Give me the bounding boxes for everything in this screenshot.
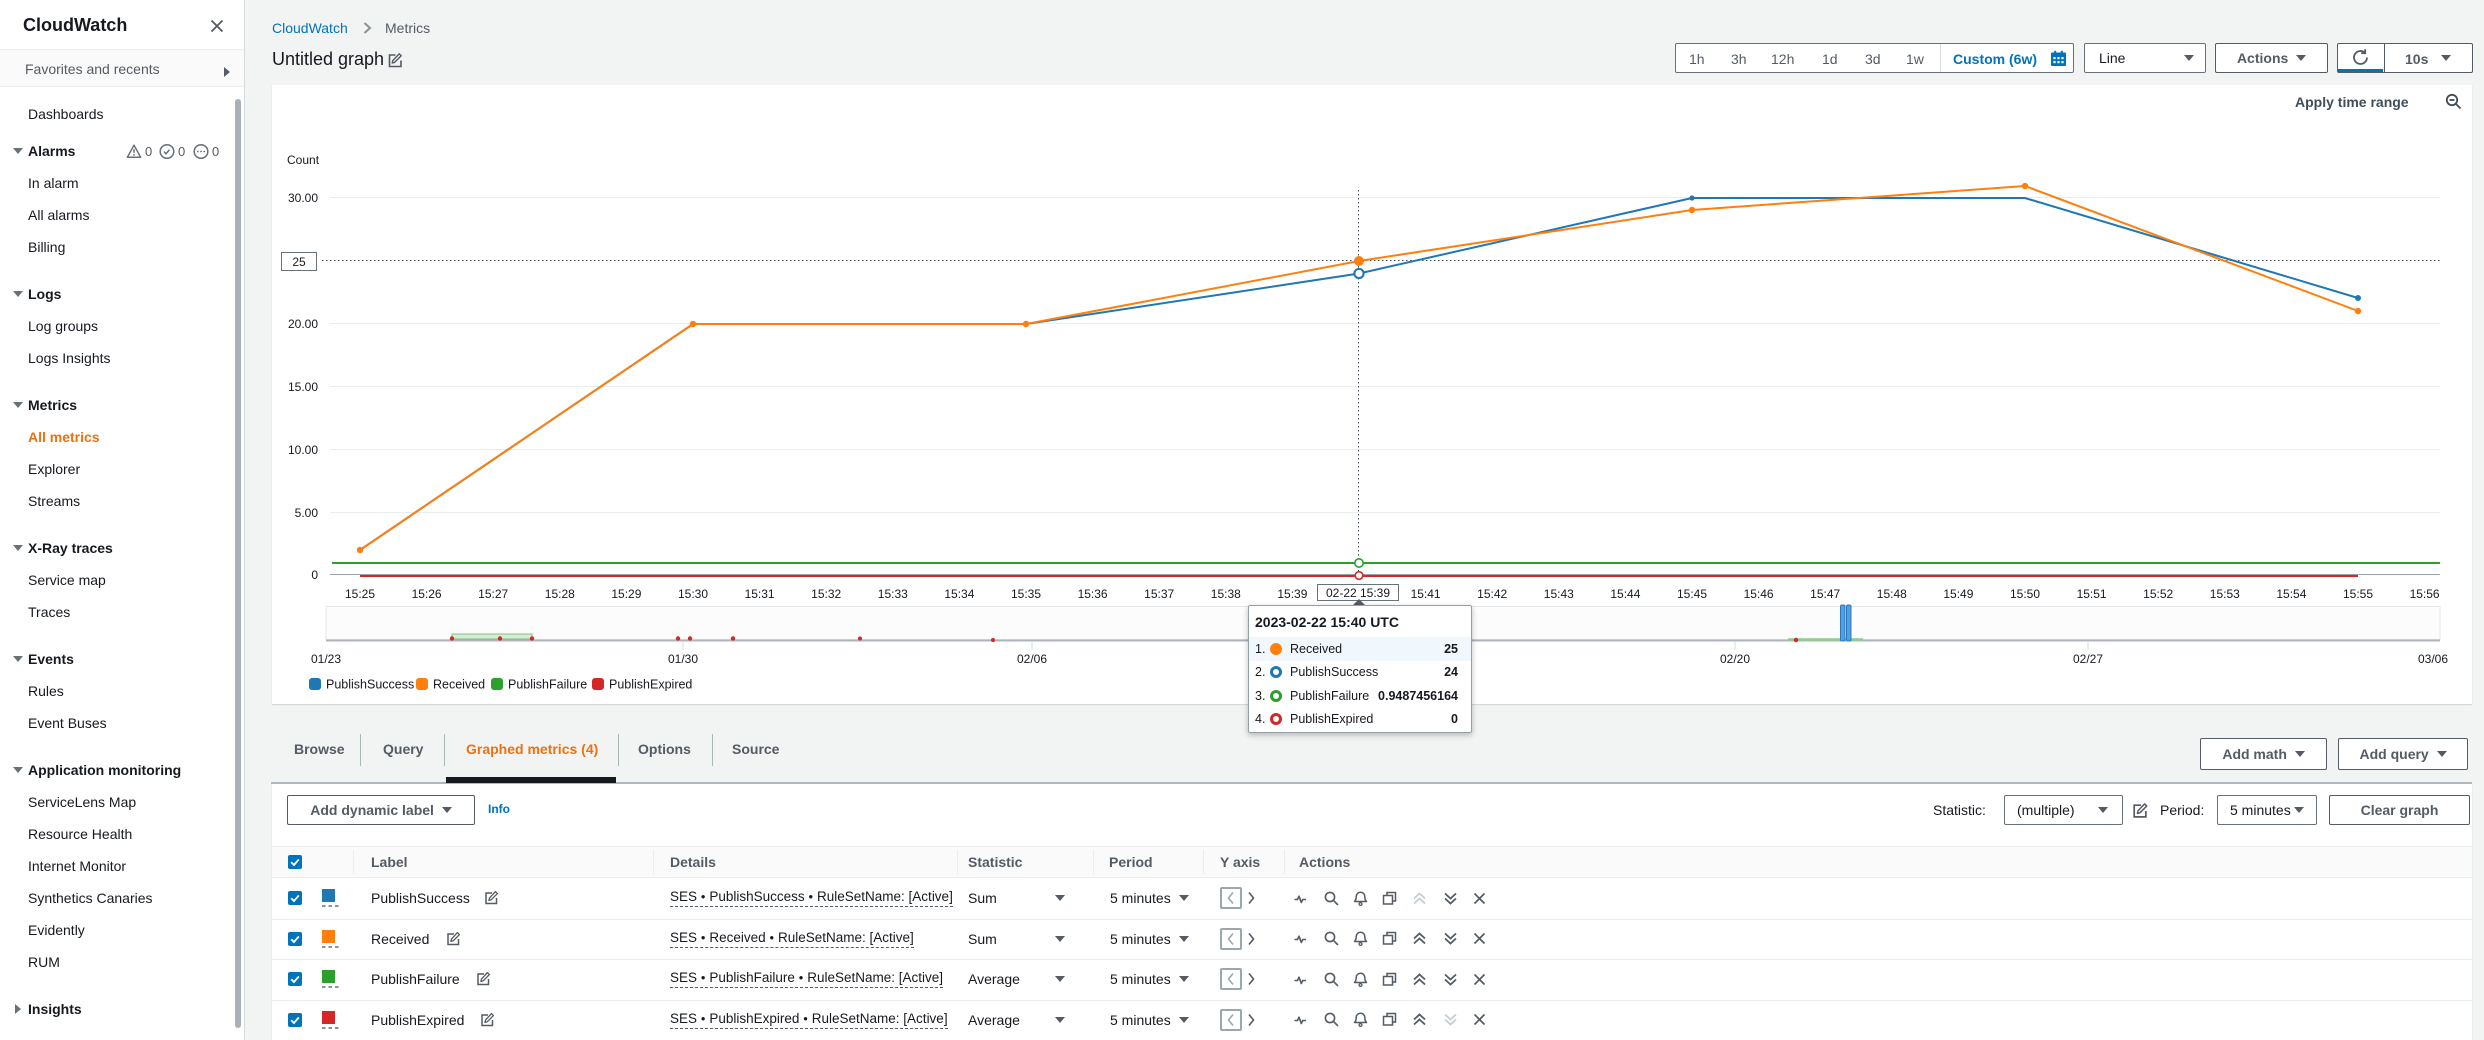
svg-text:15:27: 15:27 [478,587,508,601]
svg-text:15:54: 15:54 [2276,587,2306,601]
svg-text:15.00: 15.00 [288,380,318,394]
svg-text:20.00: 20.00 [288,317,318,331]
svg-text:0: 0 [311,568,318,582]
svg-text:15:41: 15:41 [1411,587,1441,601]
svg-text:15:48: 15:48 [1877,587,1907,601]
svg-text:03/06: 03/06 [2418,652,2448,666]
svg-text:15:42: 15:42 [1477,587,1507,601]
svg-text:0: 0 [212,144,219,159]
svg-text:15:25: 15:25 [345,587,375,601]
svg-text:15:28: 15:28 [545,587,575,601]
svg-text:15:29: 15:29 [611,587,641,601]
svg-text:01/23: 01/23 [311,652,341,666]
svg-text:15:56: 15:56 [2410,587,2440,601]
svg-text:15:51: 15:51 [2077,587,2107,601]
svg-text:15:50: 15:50 [2010,587,2040,601]
svg-text:15:55: 15:55 [2343,587,2373,601]
svg-text:15:32: 15:32 [811,587,841,601]
svg-text:15:26: 15:26 [412,587,442,601]
svg-text:PublishFailure: PublishFailure [508,678,587,692]
svg-text:15:39: 15:39 [1277,587,1307,601]
svg-text:15:35: 15:35 [1011,587,1041,601]
svg-text:0: 0 [178,144,185,159]
svg-text:02/06: 02/06 [1017,652,1047,666]
svg-text:15:49: 15:49 [1943,587,1973,601]
svg-text:15:36: 15:36 [1078,587,1108,601]
svg-text:10.00: 10.00 [288,443,318,457]
svg-text:30.00: 30.00 [288,191,318,205]
svg-text:15:44: 15:44 [1610,587,1640,601]
svg-text:PublishExpired: PublishExpired [609,678,692,692]
svg-text:15:53: 15:53 [2210,587,2240,601]
svg-text:PublishSuccess: PublishSuccess [326,678,414,692]
svg-text:15:52: 15:52 [2143,587,2173,601]
svg-text:15:30: 15:30 [678,587,708,601]
svg-text:15:43: 15:43 [1544,587,1574,601]
svg-text:Received: Received [433,678,485,692]
svg-text:15:45: 15:45 [1677,587,1707,601]
svg-text:02/20: 02/20 [1720,652,1750,666]
svg-text:15:38: 15:38 [1211,587,1241,601]
svg-text:15:37: 15:37 [1144,587,1174,601]
svg-text:02/27: 02/27 [2073,652,2103,666]
svg-text:5.00: 5.00 [295,506,319,520]
svg-text:01/30: 01/30 [668,652,698,666]
svg-text:0: 0 [145,144,152,159]
svg-text:15:31: 15:31 [745,587,775,601]
svg-text:15:46: 15:46 [1744,587,1774,601]
svg-text:15:47: 15:47 [1810,587,1840,601]
svg-text:15:33: 15:33 [878,587,908,601]
svg-text:15:34: 15:34 [944,587,974,601]
